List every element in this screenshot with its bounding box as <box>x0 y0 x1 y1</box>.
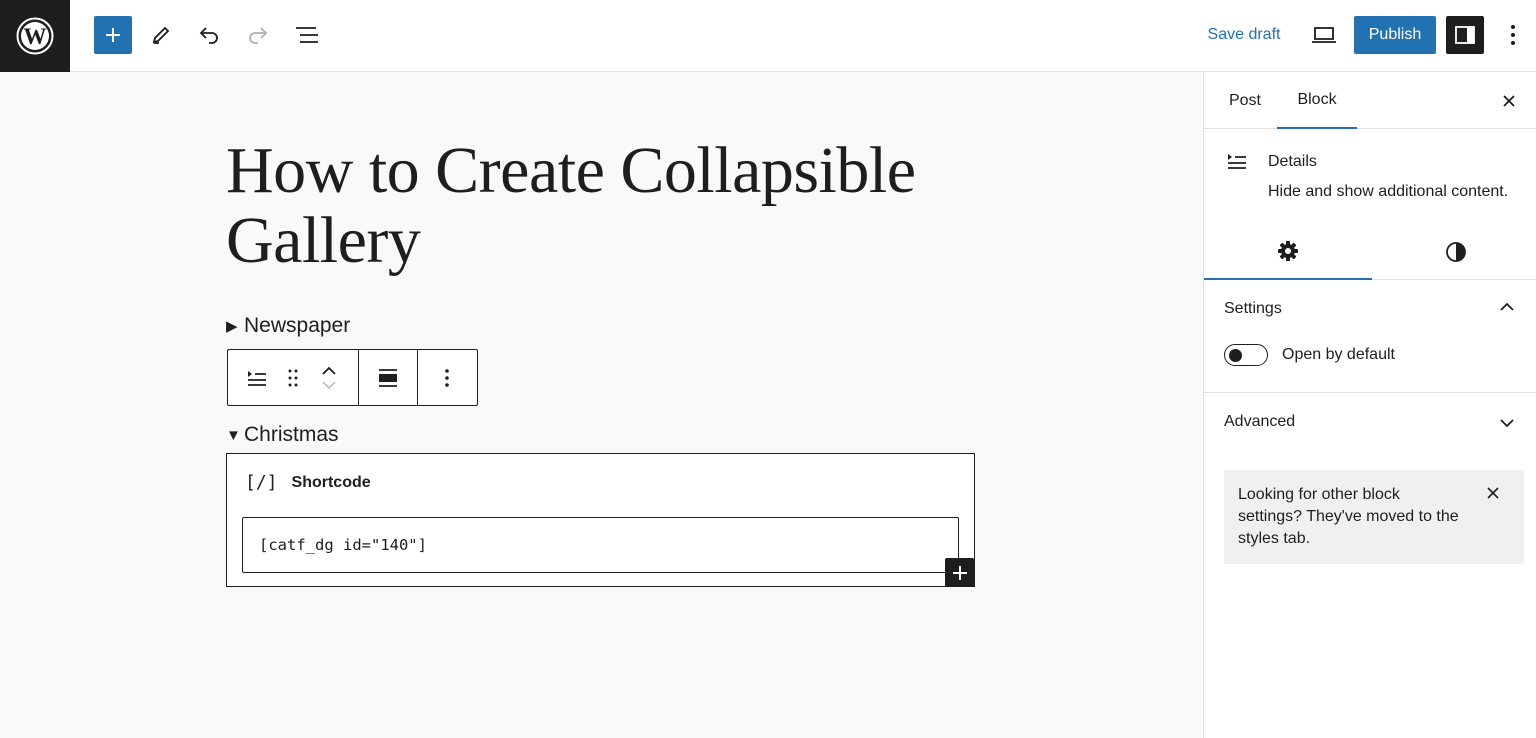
block-toolbar <box>227 349 478 406</box>
drag-handle[interactable] <box>286 350 300 405</box>
align-button[interactable] <box>359 350 417 405</box>
post-title[interactable]: How to Create Collapsible Gallery <box>226 136 986 276</box>
drag-handle-icon <box>288 369 298 386</box>
block-switcher-group <box>228 350 359 405</box>
move-up-icon[interactable] <box>321 366 337 376</box>
settings-panel-header[interactable]: Settings <box>1224 300 1282 318</box>
shortcode-label: Shortcode <box>291 473 371 491</box>
laptop-icon <box>1312 27 1336 43</box>
details-summary-newspaper[interactable]: ▶ Newspaper <box>226 314 350 338</box>
block-mover <box>300 350 358 405</box>
advanced-panel: Advanced <box>1204 393 1536 450</box>
contrast-icon <box>1446 242 1466 262</box>
preview-button[interactable] <box>1306 16 1342 54</box>
advanced-panel-title: Advanced <box>1224 413 1296 430</box>
sidebar-icon <box>1455 26 1475 44</box>
tools-button[interactable] <box>143 16 179 54</box>
expanded-triangle-icon: ▼ <box>226 426 241 444</box>
svg-text:W: W <box>24 24 47 49</box>
tab-post[interactable]: Post <box>1212 72 1278 129</box>
gear-icon <box>1278 241 1298 261</box>
notice-text: Looking for other block settings? They'v… <box>1238 486 1459 547</box>
toggle-knob <box>1229 348 1242 362</box>
chevron-up-icon[interactable] <box>1500 302 1514 312</box>
document-overview-button[interactable] <box>289 16 325 54</box>
details-summary-text: Newspaper <box>244 314 351 337</box>
tab-styles[interactable] <box>1372 224 1536 280</box>
editor-canvas: How to Create Collapsible Gallery ▶ News… <box>0 72 1203 738</box>
undo-button[interactable] <box>191 16 227 54</box>
chevron-down-icon[interactable] <box>1500 418 1514 428</box>
toggle-label: Open by default <box>1282 346 1395 363</box>
align-group <box>359 350 418 405</box>
close-sidebar-button[interactable] <box>1494 86 1524 116</box>
tab-settings[interactable] <box>1204 224 1372 280</box>
shortcode-input[interactable]: [catf_dg id="140"] <box>242 517 959 573</box>
details-block-icon <box>1228 154 1246 169</box>
tab-block[interactable]: Block <box>1277 72 1357 129</box>
block-card-description: Hide and show additional content. <box>1268 183 1509 200</box>
close-icon[interactable] <box>1486 486 1500 500</box>
list-view-icon <box>296 27 318 43</box>
save-draft-button[interactable]: Save draft <box>1196 16 1292 54</box>
settings-sidebar: Post Block Details Hide and show additio… <box>1203 72 1536 738</box>
block-appender-button[interactable] <box>945 558 974 587</box>
wordpress-logo-button[interactable]: W <box>0 0 70 72</box>
shortcode-icon: [/] <box>245 472 278 493</box>
close-icon <box>1503 95 1515 107</box>
align-none-icon <box>379 368 397 387</box>
block-card-title: Details <box>1268 153 1317 170</box>
details-summary-text: Christmas <box>244 423 339 446</box>
undo-icon <box>199 27 218 44</box>
pencil-icon <box>152 26 170 44</box>
more-options-group <box>418 350 476 405</box>
options-menu-button[interactable] <box>1498 16 1528 54</box>
redo-button[interactable] <box>240 16 276 54</box>
shortcode-header: [/] Shortcode <box>245 472 371 493</box>
shortcode-block[interactable]: [/] Shortcode [catf_dg id="140"] <box>226 453 975 587</box>
block-type-switcher-button[interactable] <box>228 350 286 405</box>
block-inserter-button[interactable] <box>94 16 132 54</box>
sidebar-tabs: Post Block <box>1204 72 1536 129</box>
plus-icon <box>952 565 967 580</box>
editor-header: W Save draft Publish <box>0 0 1536 72</box>
advanced-panel-header[interactable]: Advanced <box>1224 413 1295 431</box>
collapsed-triangle-icon: ▶ <box>226 318 238 335</box>
more-vertical-icon <box>445 368 449 387</box>
publish-button[interactable]: Publish <box>1354 16 1436 54</box>
inspector-tabs <box>1204 224 1536 280</box>
redo-icon <box>249 27 268 44</box>
block-options-button[interactable] <box>418 350 476 405</box>
settings-panel-title: Settings <box>1224 300 1282 317</box>
open-by-default-toggle-row: Open by default <box>1224 344 1395 366</box>
settings-sidebar-toggle[interactable] <box>1446 16 1484 54</box>
wordpress-logo-icon: W <box>16 17 54 55</box>
details-block-icon <box>248 370 266 386</box>
settings-panel: Settings <box>1204 280 1536 393</box>
plus-icon <box>106 28 120 42</box>
move-down-icon[interactable] <box>321 380 337 390</box>
details-summary-christmas[interactable]: ▼ Christmas <box>226 423 339 447</box>
styles-moved-notice: Looking for other block settings? They'v… <box>1224 470 1524 564</box>
open-by-default-toggle[interactable] <box>1224 344 1268 366</box>
more-vertical-icon <box>1511 25 1515 45</box>
